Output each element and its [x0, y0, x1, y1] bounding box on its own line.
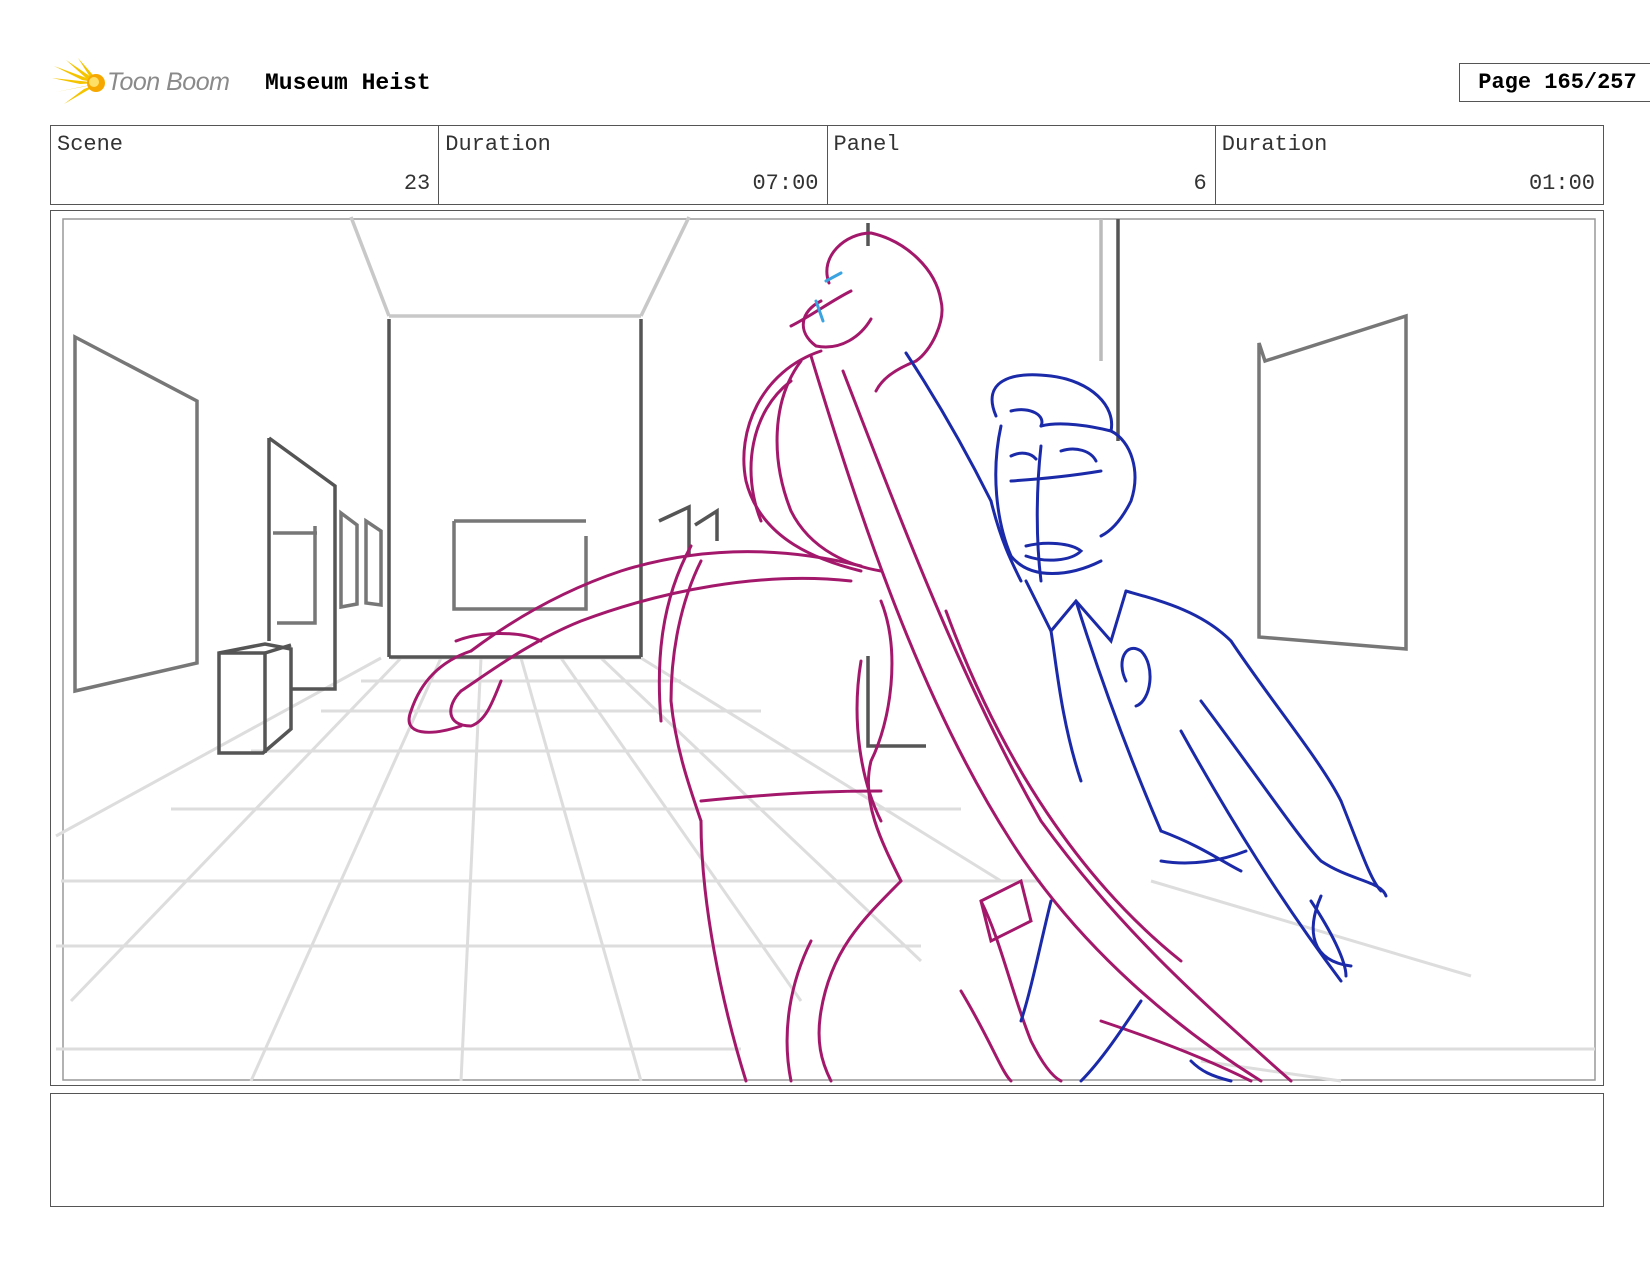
page-number: Page 165/257 [1459, 63, 1650, 102]
scene-label: Scene [57, 132, 124, 157]
panel-sketch [55, 216, 1596, 1083]
scene-cell: Scene 23 [51, 126, 440, 204]
storyboard-panel-frame [50, 210, 1604, 1086]
panel-notes-box [50, 1093, 1604, 1207]
scene-duration-cell: Duration 07:00 [439, 126, 828, 204]
panel-duration-value: 01:00 [1528, 171, 1595, 196]
panel-label: Panel [833, 132, 900, 157]
project-title: Museum Heist [265, 70, 431, 96]
storyboard-header: Toon Boom Museum Heist Page 165/257 [52, 56, 1650, 108]
logo-text: Toon Boom [107, 68, 230, 96]
panel-cell: Panel 6 [828, 126, 1216, 204]
scene-duration-value: 07:00 [752, 171, 819, 196]
panel-info-row: Scene 23 Duration 07:00 Panel 6 Duration… [50, 125, 1604, 205]
panel-duration-label: Duration [1221, 132, 1328, 157]
scene-value: 23 [403, 171, 431, 196]
gallery-background [73, 219, 1408, 755]
panel-value: 6 [1193, 171, 1207, 196]
ceiling-lines [349, 216, 691, 318]
toon-boom-logo: Toon Boom [52, 58, 252, 108]
scene-duration-label: Duration [445, 132, 551, 157]
panel-duration-cell: Duration 01:00 [1216, 126, 1603, 204]
guard-figure-sketch [904, 351, 1388, 1083]
floor-grid [55, 656, 1595, 1083]
starburst-icon [52, 58, 105, 104]
